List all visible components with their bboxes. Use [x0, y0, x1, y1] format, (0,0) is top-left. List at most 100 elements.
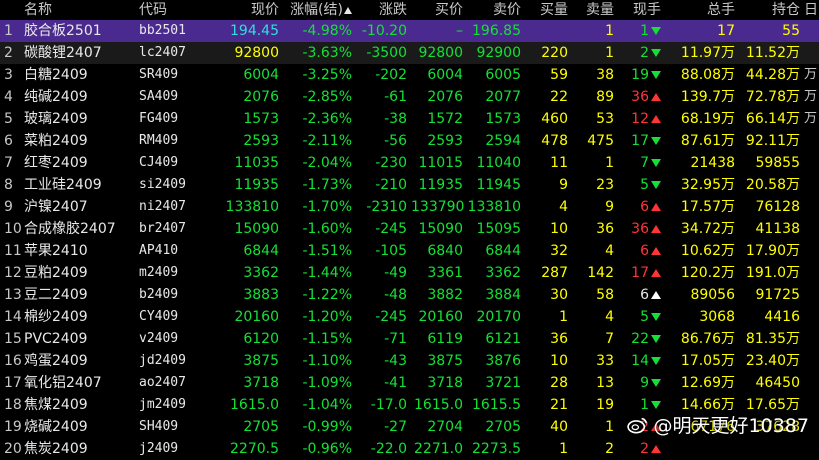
total-volume: 139.7万: [680, 89, 735, 105]
commodity-name: 白糖2409: [24, 67, 88, 83]
header-change[interactable]: 涨跌: [354, 0, 409, 20]
contract-code: ao2407: [139, 375, 186, 390]
current-hand: 5: [616, 306, 663, 328]
header-bid[interactable]: 买价: [409, 0, 465, 20]
contract-code: jm2409: [139, 397, 186, 412]
header-bid-volume[interactable]: 买量: [523, 0, 570, 20]
table-row[interactable]: 1 胶合板2501 bb2501 194.45 -4.98% -10.20 –196.85 1…: [0, 20, 819, 42]
current-hand: 36: [616, 218, 663, 240]
arrow-up-icon: [651, 203, 661, 211]
table-row[interactable]: 5 玻璃2409 FG409 1573 -2.36% -38 1572 1573 460 53 12…: [0, 108, 819, 130]
commodity-name: PVC2409: [24, 331, 88, 347]
arrow-down-icon: [651, 335, 661, 343]
table-row[interactable]: 6 菜粕2409 RM409 2593 -2.11% -56 2593 2594 478 475 1…: [0, 130, 819, 152]
table-row[interactable]: 4 纯碱2409 SA409 2076 -2.85% -61 2076 2077 22 89 36 1…: [0, 86, 819, 108]
ask-price: 2705: [485, 419, 521, 435]
open-interest: 44.28万: [745, 67, 800, 83]
table-row[interactable]: 13 豆二2409 b2409 3883 -1.22% -48 3882 3884 30 58 6 8…: [0, 284, 819, 306]
row-index: 10: [4, 221, 22, 237]
header-price[interactable]: 现价: [223, 0, 281, 20]
row-index: 9: [4, 199, 13, 215]
current-hand: 6: [616, 284, 663, 306]
open-interest: 59855: [755, 155, 800, 171]
table-row[interactable]: 14 棉纱2409 CY409 20160 -1.20% -245 20160 20170 1 4…: [0, 306, 819, 328]
open-interest: 11.52万: [745, 45, 800, 61]
bid-price: 2076: [427, 89, 463, 105]
arrow-down-icon: [651, 313, 661, 321]
total-volume: 120.2万: [680, 265, 735, 281]
bid-price: 3718: [427, 375, 463, 391]
total-volume: 3068: [699, 309, 735, 325]
change-percent: -3.25%: [302, 67, 352, 83]
last-price: 1615.0: [230, 397, 279, 413]
ask-price: 3884: [485, 287, 521, 303]
ask-price: 2077: [485, 89, 521, 105]
change-percent: -1.60%: [302, 221, 352, 237]
bid-price: 133790: [411, 199, 465, 215]
ask-price: 3721: [485, 375, 521, 391]
commodity-name: 胶合板2501: [24, 23, 102, 39]
open-interest: 81.35万: [745, 331, 800, 347]
row-index: 3: [4, 67, 13, 83]
table-row[interactable]: 15 PVC2409 v2409 6120 -1.15% -71 6119 6121 36 7 22…: [0, 328, 819, 350]
table-row[interactable]: 2 碳酸锂2407 lc2407 92800 -3.63% -3500 92800 92900…: [0, 42, 819, 64]
row-index: 15: [4, 331, 22, 347]
bid-price: 3875: [427, 353, 463, 369]
header-pct[interactable]: 涨幅(结): [281, 0, 354, 20]
total-volume: 68.19万: [680, 111, 735, 127]
bid-price: 15090: [418, 221, 463, 237]
header-ask[interactable]: 卖价: [465, 0, 523, 20]
header-open-interest[interactable]: 持仓: [737, 0, 802, 20]
header-code[interactable]: 代码: [137, 0, 223, 20]
contract-code: m2409: [139, 265, 179, 280]
last-price: 133810: [225, 199, 279, 215]
side-unit-tag: [802, 372, 819, 394]
bid-price: 2271.0: [414, 441, 463, 457]
table-row[interactable]: 3 白糖2409 SR409 6004 -3.25% -202 6004 6005 59 38 19…: [0, 64, 819, 86]
current-hand: 2: [616, 42, 663, 64]
open-interest: 41138: [755, 221, 800, 237]
commodity-name: 苹果2410: [24, 243, 88, 259]
commodity-name: 沪镍2407: [24, 199, 88, 215]
row-index: 20: [4, 441, 22, 457]
row-index: 11: [4, 243, 22, 259]
change-value: -245: [375, 309, 407, 325]
header-total-volume[interactable]: 总手: [663, 0, 737, 20]
change-percent: -1.10%: [302, 353, 352, 369]
ask-price: 2273.5: [472, 441, 521, 457]
change-percent: -1.09%: [302, 375, 352, 391]
header-name[interactable]: 名称: [22, 0, 137, 20]
table-row[interactable]: 20 焦炭2409 j2409 2270.5 -0.96% -22.0 2271.0 2273…: [0, 438, 819, 460]
table-row[interactable]: 12 豆粕2409 m2409 3362 -1.44% -49 3361 3362 287 142…: [0, 262, 819, 284]
change-percent: -2.11%: [302, 133, 352, 149]
last-price: 11035: [234, 155, 279, 171]
change-percent: -2.36%: [302, 111, 352, 127]
current-hand: 6: [616, 196, 663, 218]
table-row[interactable]: 9 沪镍2407 ni2407 133810 -1.70% -2310 133790 1338…: [0, 196, 819, 218]
ask-price: 6121: [485, 331, 521, 347]
current-hand: 19: [616, 64, 663, 86]
last-price: 2270.5: [230, 441, 279, 457]
header-current-hand[interactable]: 现手: [616, 0, 663, 20]
table-row[interactable]: 11 苹果2410 AP410 6844 -1.51% -105 6840 6844 32 4 6 1…: [0, 240, 819, 262]
table-row[interactable]: 17 氧化铝2407 ao2407 3718 -1.09% -41 3718 3721 28 13…: [0, 372, 819, 394]
open-interest: 91725: [755, 287, 800, 303]
header-ask-volume[interactable]: 卖量: [570, 0, 616, 20]
current-hand: 22: [616, 328, 663, 350]
ask-volume: 142: [587, 265, 614, 281]
last-price: 1573: [243, 111, 279, 127]
total-volume: 17: [717, 23, 735, 39]
quote-table: 名称 代码 现价 涨幅(结) 涨跌 买价 卖价 买量 卖量 现手 总手 持仓 日…: [0, 0, 819, 460]
table-row[interactable]: 7 红枣2409 CJ409 11035 -2.04% -230 11015 11040 11 1…: [0, 152, 819, 174]
table-row[interactable]: 10 合成橡胶2407 br2407 15090 -1.60% -245 15090 1509…: [0, 218, 819, 240]
table-row[interactable]: 8 工业硅2409 si2409 11935 -1.73% -210 11935 11945 9…: [0, 174, 819, 196]
table-row[interactable]: 16 鸡蛋2409 jd2409 3875 -1.10% -43 3875 3876 10 33 1…: [0, 350, 819, 372]
contract-code: SR409: [139, 67, 179, 82]
change-value: -48: [384, 287, 407, 303]
header-day[interactable]: 日: [802, 0, 819, 20]
row-index: 5: [4, 111, 13, 127]
ask-price: 1573: [485, 111, 521, 127]
change-value: -43: [384, 353, 407, 369]
total-volume: 11.97万: [680, 45, 735, 61]
ask-price: 196.85: [472, 23, 521, 39]
